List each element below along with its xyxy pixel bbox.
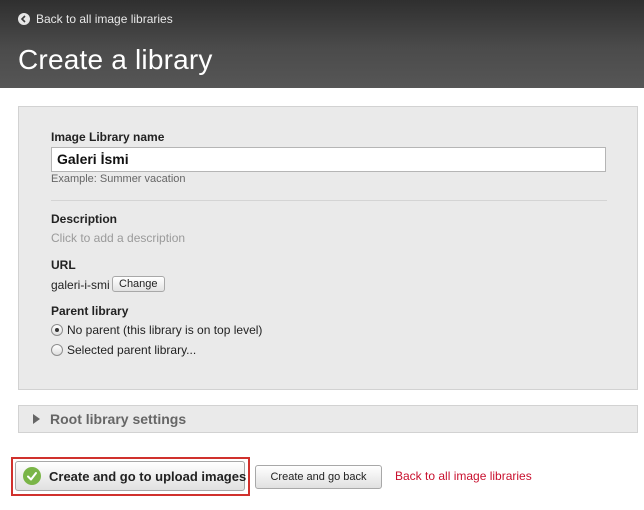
root-library-settings-toggle[interactable]: Root library settings bbox=[18, 405, 638, 433]
description-label: Description bbox=[51, 212, 118, 226]
back-to-libraries-link[interactable]: Back to all image libraries bbox=[18, 12, 173, 26]
root-settings-label: Root library settings bbox=[50, 411, 187, 427]
back-to-libraries-cancel-link[interactable]: Back to all image libraries bbox=[395, 469, 532, 483]
create-and-go-back-button[interactable]: Create and go back bbox=[255, 465, 382, 489]
radio-button-unchecked[interactable] bbox=[51, 344, 63, 356]
parent-library-label: Parent library bbox=[51, 304, 129, 318]
back-link-label: Back to all image libraries bbox=[36, 12, 173, 26]
name-hint: Example: Summer vacation bbox=[51, 173, 186, 185]
library-form-panel: Image Library name Galeri İsmi Example: … bbox=[18, 106, 638, 390]
url-label: URL bbox=[51, 258, 76, 272]
divider bbox=[51, 200, 607, 201]
create-and-upload-label: Create and go to upload images bbox=[49, 468, 247, 484]
radio-selected-parent-label: Selected parent library... bbox=[67, 343, 197, 357]
library-name-input[interactable]: Galeri İsmi bbox=[51, 147, 606, 172]
checkmark-circle-icon bbox=[23, 467, 41, 485]
radio-no-parent-label: No parent (this library is on top level) bbox=[67, 323, 263, 337]
description-editable[interactable]: Click to add a description bbox=[51, 231, 185, 245]
triangle-right-icon bbox=[33, 414, 40, 424]
radio-no-parent[interactable]: No parent (this library is on top level) bbox=[51, 323, 262, 337]
page-header: Back to all image libraries Create a lib… bbox=[0, 0, 644, 88]
name-label: Image Library name bbox=[51, 130, 165, 144]
url-value: galeri-i-smi bbox=[51, 278, 110, 292]
arrow-left-circle-icon bbox=[18, 13, 30, 25]
radio-selected-parent[interactable]: Selected parent library... bbox=[51, 343, 196, 357]
page-title: Create a library bbox=[18, 44, 213, 75]
create-and-upload-button[interactable]: Create and go to upload images bbox=[15, 461, 247, 491]
change-url-button[interactable]: Change bbox=[112, 276, 165, 292]
radio-button-checked[interactable] bbox=[51, 324, 63, 336]
